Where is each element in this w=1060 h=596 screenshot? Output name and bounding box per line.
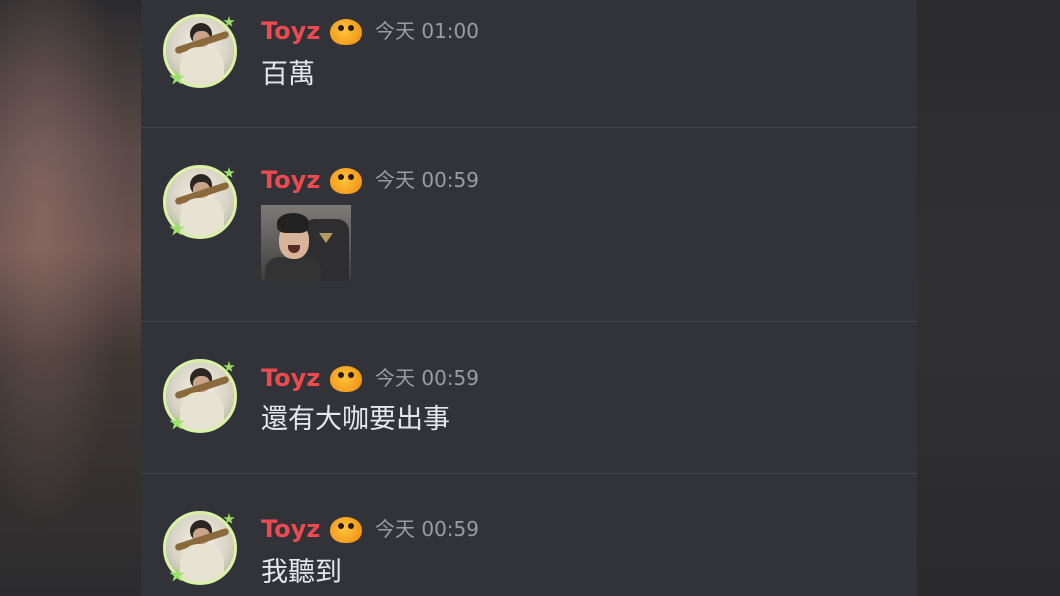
- duck-badge-icon: [330, 517, 362, 543]
- blurred-background-right: [917, 0, 1060, 596]
- image-attachment[interactable]: [261, 205, 351, 281]
- chat-message-list[interactable]: Toyz 今天 01:00 百萬 Toyz 今天 00:59 Toyz 今天 0…: [141, 0, 917, 596]
- message-timestamp: 今天 01:00: [375, 19, 479, 43]
- chat-message: Toyz 今天 00:59 還有大咖要出事: [141, 322, 917, 473]
- message-text: 百萬: [261, 59, 315, 90]
- duck-badge-icon: [330, 19, 362, 45]
- message-timestamp: 今天 00:59: [375, 366, 479, 390]
- message-text: 還有大咖要出事: [261, 404, 450, 435]
- username[interactable]: Toyz: [261, 514, 320, 544]
- duck-badge-icon: [330, 168, 362, 194]
- username[interactable]: Toyz: [261, 363, 320, 393]
- username[interactable]: Toyz: [261, 165, 320, 195]
- message-timestamp: 今天 00:59: [375, 517, 479, 541]
- duck-badge-icon: [330, 366, 362, 392]
- message-text: 我聽到: [261, 557, 342, 588]
- chat-message: Toyz 今天 01:00 百萬: [141, 0, 917, 127]
- chat-message: Toyz 今天 00:59: [141, 128, 917, 321]
- chat-message: Toyz 今天 00:59 我聽到: [141, 474, 917, 596]
- blurred-background-left: [0, 0, 141, 596]
- username[interactable]: Toyz: [261, 16, 320, 46]
- message-timestamp: 今天 00:59: [375, 168, 479, 192]
